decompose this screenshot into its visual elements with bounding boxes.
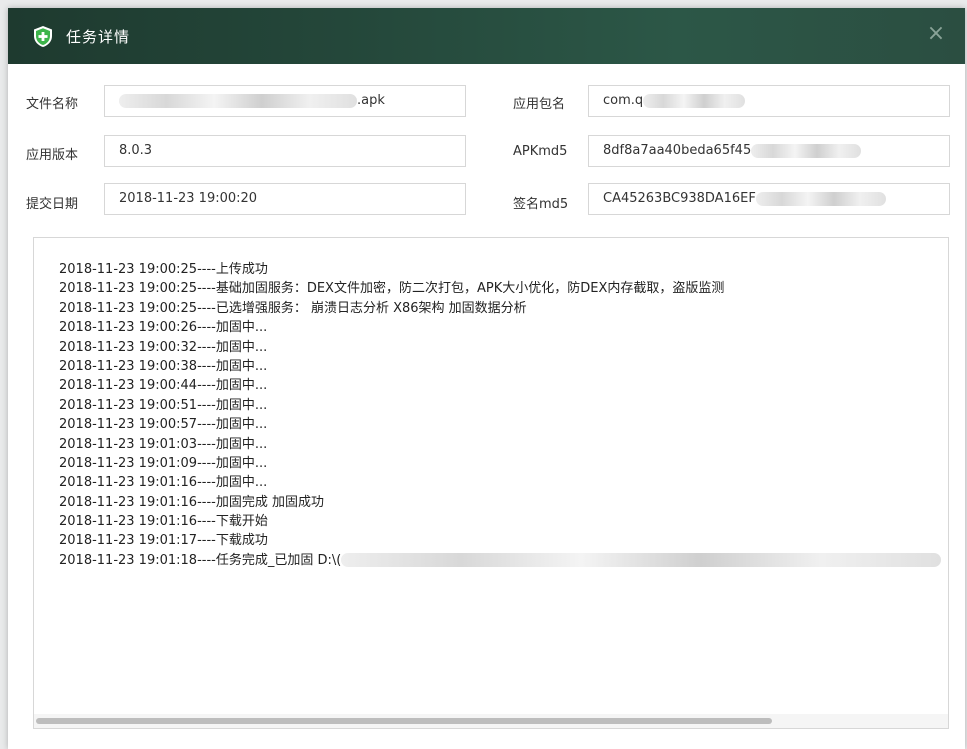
package-name-field[interactable]: com.q: [588, 85, 950, 117]
log-lines: 2018-11-23 19:00:25----上传成功 2018-11-23 19…: [59, 260, 942, 570]
redacted-text: [643, 93, 746, 108]
log-line: 2018-11-23 19:01:16----下载开始: [59, 512, 941, 531]
apk-md5-value: 8df8a7aa40beda65f45: [603, 143, 752, 158]
log-line-text: 2018-11-23 19:00:57----加固中...: [59, 417, 268, 433]
log-line-text: 2018-11-23 19:01:16----下载开始: [59, 514, 268, 530]
task-detail-dialog: 任务详情 × 文件名称 .apk 应用包名 com.q 应用版本 8.0.3 A…: [8, 8, 965, 749]
log-line-text: 2018-11-23 19:00:25----已选增强服务： 崩溃日志分析 X8…: [59, 300, 527, 316]
sign-md5-label: 签名md5: [513, 197, 569, 212]
log-line: 2018-11-23 19:00:25----已选增强服务： 崩溃日志分析 X8…: [59, 299, 941, 318]
close-icon[interactable]: ×: [923, 21, 949, 47]
package-name-label: 应用包名: [513, 97, 566, 112]
apk-md5-label: APKmd5: [513, 144, 568, 159]
submit-date-value: 2018-11-23 19:00:20: [119, 191, 258, 206]
apk-md5-field[interactable]: 8df8a7aa40beda65f45: [588, 135, 950, 167]
log-line: 2018-11-23 19:00:25----基础加固服务：DEX文件加密，防二…: [59, 279, 941, 298]
file-name-value: .apk: [357, 93, 385, 108]
submit-date-field[interactable]: 2018-11-23 19:00:20: [104, 183, 466, 215]
log-line-text: 2018-11-23 19:00:51----加固中...: [59, 397, 268, 413]
log-line: 2018-11-23 19:00:26----加固中...: [59, 318, 941, 337]
redacted-text: [341, 553, 942, 568]
log-line: 2018-11-23 19:00:57----加固中...: [59, 415, 941, 434]
log-line-text: 2018-11-23 19:01:18----任务完成_已加固 D:\(: [59, 552, 342, 568]
log-line-text: 2018-11-23 19:01:16----加固完成 加固成功: [59, 494, 324, 510]
shield-plus-icon: [34, 26, 52, 47]
app-version-field[interactable]: 8.0.3: [104, 135, 466, 167]
log-line-text: 2018-11-23 19:01:17----下载成功: [59, 533, 268, 549]
log-line: 2018-11-23 19:00:44----加固中...: [59, 376, 941, 395]
log-line-text: 2018-11-23 19:00:38----加固中...: [59, 358, 268, 374]
log-line: 2018-11-23 19:01:03----加固中...: [59, 435, 941, 454]
file-name-label: 文件名称: [26, 97, 79, 112]
app-version-label: 应用版本: [26, 148, 79, 163]
log-line: 2018-11-23 19:00:25----上传成功: [59, 260, 941, 279]
title-bar[interactable]: 任务详情 ×: [8, 8, 965, 64]
log-line-text: 2018-11-23 19:01:09----加固中...: [59, 455, 268, 471]
log-line-text: 2018-11-23 19:00:25----上传成功: [59, 262, 268, 277]
log-line-text: 2018-11-23 19:00:44----加固中...: [59, 378, 268, 394]
log-line: 2018-11-23 19:00:32----加固中...: [59, 338, 941, 357]
task-log[interactable]: 2018-11-23 19:00:25----上传成功 2018-11-23 19…: [33, 237, 949, 729]
log-line-text: 2018-11-23 19:01:16----加固中...: [59, 475, 268, 491]
horizontal-scrollbar[interactable]: [34, 714, 948, 728]
redacted-text: [119, 93, 357, 108]
log-line-text: 2018-11-23 19:00:26----加固中...: [59, 320, 268, 336]
log-line: 2018-11-23 19:01:17----下载成功: [59, 531, 941, 550]
package-name-value: com.q: [603, 93, 644, 108]
log-line-text: 2018-11-23 19:01:03----加固中...: [59, 436, 268, 452]
log-line: 2018-11-23 19:01:18----任务完成_已加固 D:\(: [59, 551, 942, 570]
log-line: 2018-11-23 19:00:51----加固中...: [59, 396, 941, 415]
log-line: 2018-11-23 19:01:09----加固中...: [59, 454, 941, 473]
log-line: 2018-11-23 19:01:16----加固完成 加固成功: [59, 493, 941, 512]
log-line-text: 2018-11-23 19:00:25----基础加固服务：DEX文件加密，防二…: [59, 281, 725, 297]
log-line: 2018-11-23 19:01:16----加固中...: [59, 473, 941, 492]
app-version-value: 8.0.3: [119, 143, 153, 158]
redacted-text: [755, 191, 886, 206]
dialog-title: 任务详情: [66, 28, 131, 46]
scrollbar-thumb[interactable]: [36, 718, 772, 724]
sign-md5-field[interactable]: CA45263BC938DA16EF: [588, 183, 950, 215]
log-line: 2018-11-23 19:00:38----加固中...: [59, 357, 941, 376]
file-name-field[interactable]: .apk: [104, 85, 466, 117]
redacted-text: [751, 143, 862, 158]
log-line-text: 2018-11-23 19:00:32----加固中...: [59, 339, 268, 355]
submit-date-label: 提交日期: [26, 197, 79, 212]
sign-md5-value: CA45263BC938DA16EF: [603, 191, 756, 206]
